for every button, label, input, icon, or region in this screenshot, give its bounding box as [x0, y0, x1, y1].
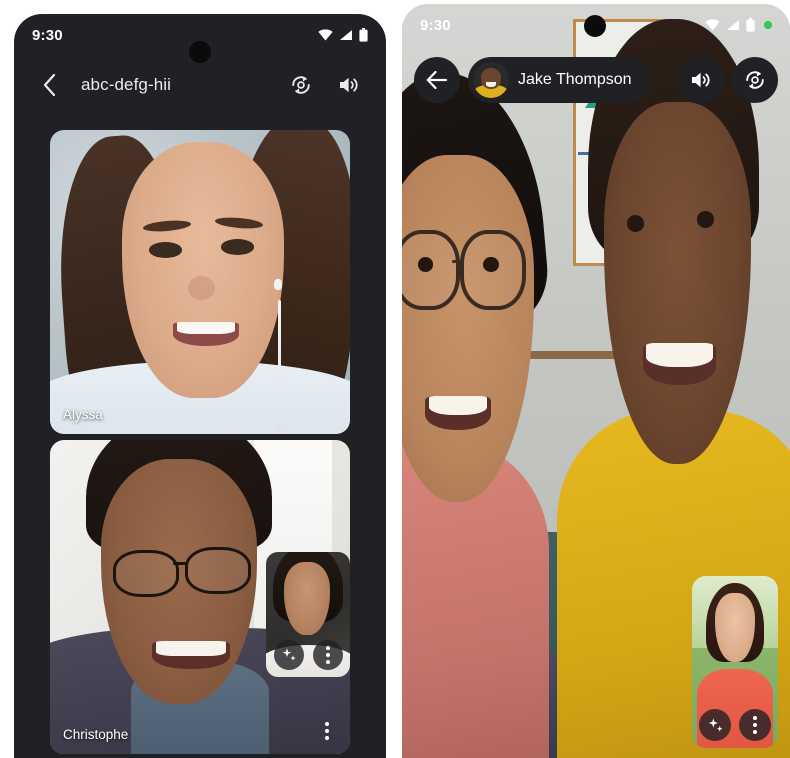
- flip-camera-icon[interactable]: [732, 57, 778, 103]
- self-view-controls: [266, 640, 350, 670]
- self-view-pip-right[interactable]: [692, 576, 778, 748]
- video-tile-christophe[interactable]: Christophe: [50, 440, 350, 754]
- back-arrow-icon[interactable]: [414, 57, 460, 103]
- sparkle-icon[interactable]: [273, 640, 304, 670]
- video-tile-alyssa[interactable]: Alyssa: [50, 130, 350, 434]
- speaker-icon[interactable]: [332, 68, 366, 102]
- wifi-icon: [318, 29, 333, 41]
- right-status-icons: [705, 18, 772, 32]
- sparkle-icon[interactable]: [699, 709, 731, 741]
- cellular-signal-icon: [726, 19, 740, 31]
- self-view-pip-left[interactable]: [266, 552, 350, 677]
- self-view-controls: [692, 709, 778, 741]
- right-status-time: 9:30: [420, 16, 451, 34]
- participant-name-label: Alyssa: [63, 407, 103, 422]
- left-top-bar: abc-defg-hii: [14, 56, 386, 114]
- caller-name-label: Jake Thompson: [518, 71, 632, 88]
- left-status-time: 9:30: [32, 26, 63, 44]
- participant-video-alyssa: [50, 130, 350, 434]
- privacy-indicator-dot: [764, 21, 772, 29]
- left-status-icons: [318, 28, 368, 42]
- participant-name-label: Christophe: [63, 727, 129, 742]
- back-arrow-icon[interactable]: [34, 70, 64, 100]
- avatar: [473, 62, 509, 98]
- wifi-icon: [705, 19, 720, 31]
- phone-left: 9:30 abc-defg-hii Alyssa Christophe: [14, 14, 386, 758]
- caller-name-pill[interactable]: Jake Thompson: [468, 57, 650, 103]
- more-vertical-icon[interactable]: [739, 709, 771, 741]
- right-call-header: Jake Thompson: [402, 52, 790, 108]
- speaker-icon[interactable]: [678, 57, 724, 103]
- phone-right: 9:30 Jake Thompson: [402, 4, 790, 758]
- battery-icon: [746, 18, 755, 32]
- right-front-camera-punch-hole: [584, 15, 606, 37]
- left-front-camera-punch-hole: [189, 41, 211, 63]
- flip-camera-icon[interactable]: [284, 68, 318, 102]
- cellular-signal-icon: [339, 29, 353, 41]
- call-code-label: abc-defg-hii: [81, 75, 172, 94]
- battery-icon: [359, 28, 368, 42]
- more-vertical-icon[interactable]: [314, 718, 340, 744]
- more-vertical-icon[interactable]: [312, 640, 343, 670]
